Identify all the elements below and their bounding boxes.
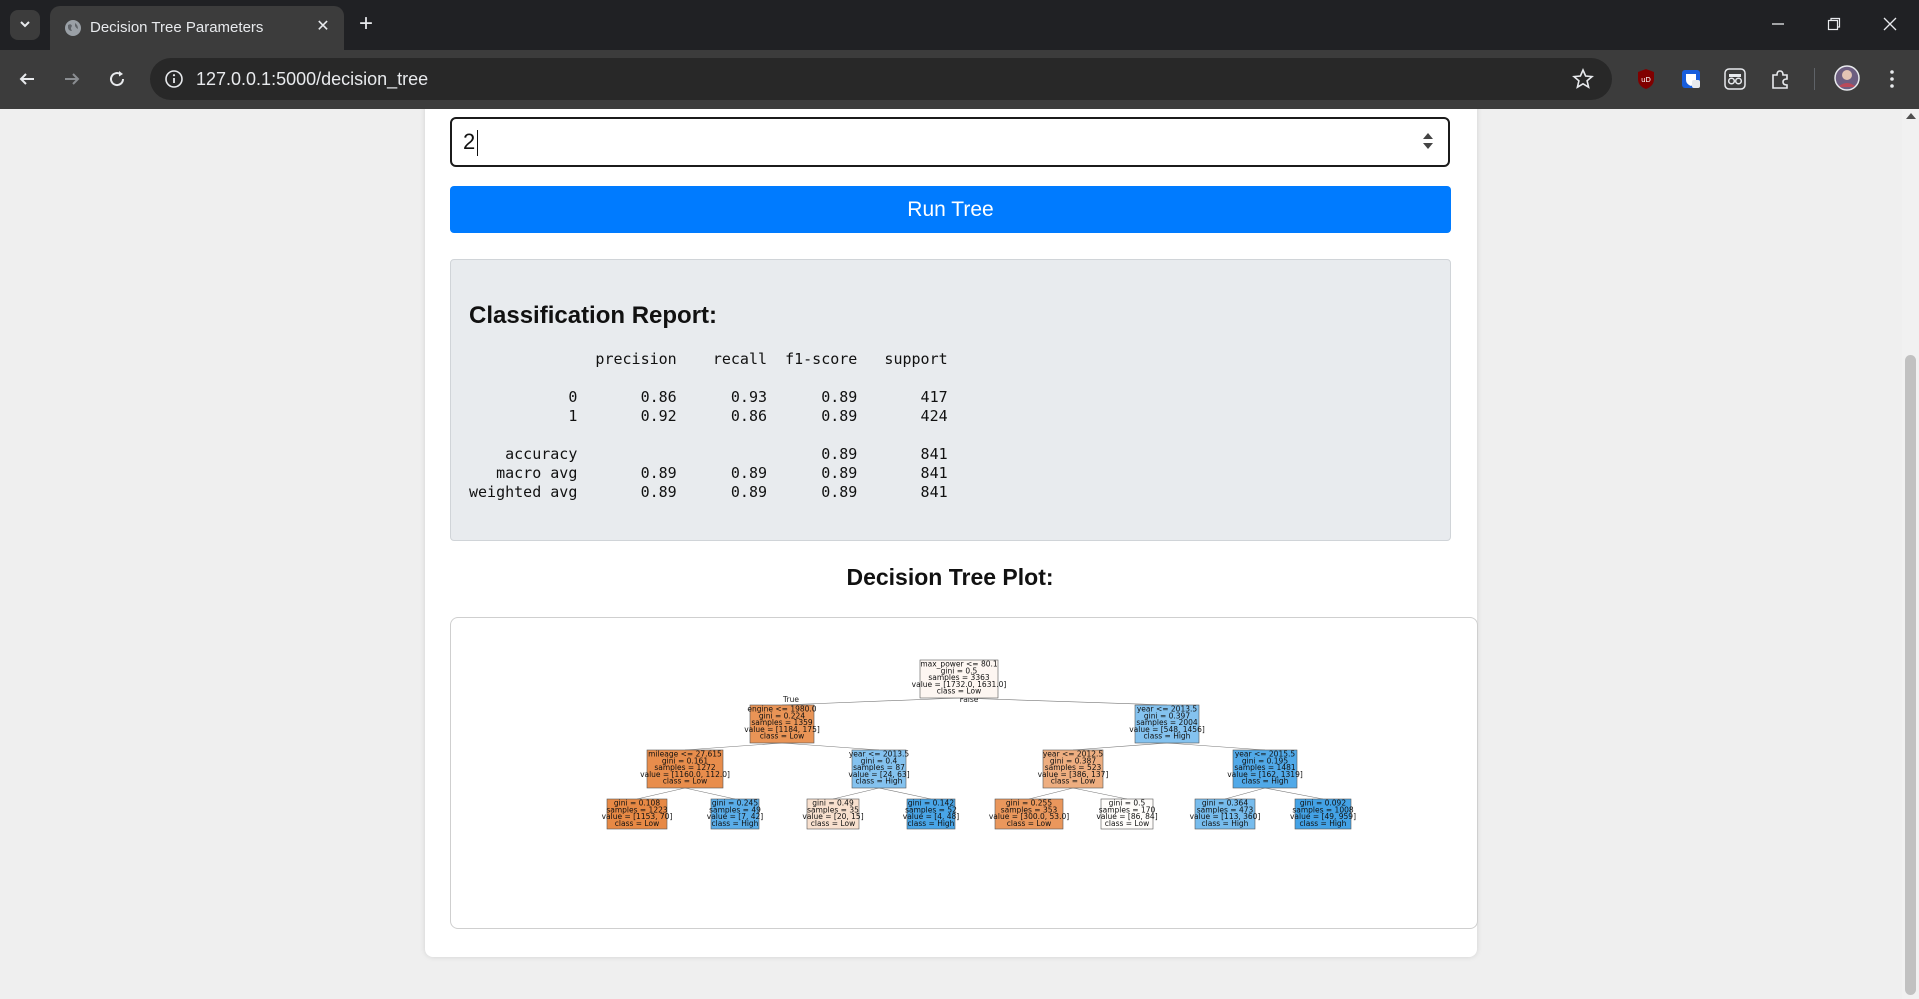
- tree-edge: [1072, 787, 1128, 800]
- tree-node: gini = 0.255samples = 353value = [300.0,…: [989, 799, 1069, 830]
- tree-node-label: class = High: [712, 819, 759, 828]
- tab-search-button[interactable]: [10, 10, 40, 40]
- extensions-puzzle-icon[interactable]: [1768, 67, 1792, 91]
- page-viewport: 2 Run Tree Classification Report: precis…: [0, 109, 1902, 999]
- tree-node-label: class = High: [1300, 819, 1347, 828]
- tree-node-label: class = Low: [1051, 777, 1095, 786]
- tree-node: gini = 0.142samples = 52value = [4, 48]c…: [903, 799, 959, 830]
- tree-edge: [1028, 787, 1074, 800]
- tree-edge: [684, 787, 736, 800]
- url-text: 127.0.0.1:5000/decision_tree: [196, 69, 429, 89]
- max-depth-input[interactable]: 2: [450, 117, 1450, 167]
- tree-node: gini = 0.245samples = 49value = [7, 42]c…: [707, 799, 763, 830]
- tree-edge: [636, 787, 686, 800]
- tree-node: year <= 2015.5gini = 0.195samples = 1481…: [1227, 750, 1303, 789]
- tab-title: Decision Tree Parameters: [90, 19, 264, 36]
- chevron-down-icon: [18, 17, 32, 34]
- max-depth-value: 2: [463, 129, 476, 154]
- tree-node-label: class = High: [908, 819, 955, 828]
- tree-node-label: class = Low: [760, 732, 804, 741]
- ublock-label: uD: [1641, 76, 1651, 84]
- new-tab-button[interactable]: +: [352, 10, 380, 38]
- tree-node: mileage <= 27.615gini = 0.161samples = 1…: [640, 750, 730, 789]
- tree-node-label: class = Low: [1007, 819, 1051, 828]
- tree-node-label: class = Low: [937, 687, 981, 696]
- spin-down-icon[interactable]: [1423, 143, 1433, 149]
- back-arrow-icon[interactable]: [12, 64, 42, 94]
- profile-avatar[interactable]: [1834, 65, 1860, 91]
- tree-node: year <= 2012.5gini = 0.387samples = 523v…: [1038, 750, 1108, 789]
- scroll-thumb[interactable]: [1905, 355, 1916, 995]
- restore-icon[interactable]: [1814, 8, 1854, 40]
- tree-node: gini = 0.364samples = 473value = [113, 3…: [1190, 799, 1260, 830]
- tree-edge: [1264, 787, 1324, 800]
- report-text: precision recall f1-score support 0 0.86…: [469, 350, 948, 501]
- decision-tree-svg: True Falsemax_power <= 80.1gini = 0.5samp…: [602, 660, 1356, 830]
- tree-node: engine <= 1980.0gini = 0.224samples = 13…: [744, 705, 820, 744]
- tree-edge: [958, 697, 1168, 706]
- reload-icon[interactable]: [102, 64, 132, 94]
- tree-node-label: class = High: [1144, 732, 1191, 741]
- bitwarden-extension-icon[interactable]: [1679, 67, 1703, 91]
- tree-node-label: class = Low: [811, 819, 855, 828]
- globe-icon: [64, 19, 82, 37]
- close-window-icon[interactable]: [1870, 8, 1910, 40]
- tree-edge: [1224, 787, 1266, 800]
- classification-report-panel: Classification Report: precision recall …: [450, 259, 1451, 541]
- edge-label-true: True: [782, 695, 799, 704]
- tree-node: gini = 0.5samples = 170value = [86, 84]c…: [1096, 799, 1158, 830]
- tree-node: gini = 0.108samples = 1223value = [1153,…: [602, 799, 672, 830]
- tree-node: year <= 2013.5gini = 0.4samples = 87valu…: [848, 750, 910, 789]
- browser-toolbar: 127.0.0.1:5000/decision_tree uD: [0, 50, 1919, 109]
- run-tree-button[interactable]: Run Tree: [450, 186, 1451, 233]
- tree-node: gini = 0.49samples = 35value = [20, 15]c…: [802, 799, 864, 830]
- tree-node: gini = 0.092samples = 1008value = [49, 9…: [1290, 799, 1356, 830]
- tree-node-label: class = High: [1242, 777, 1289, 786]
- tree-node-label: class = Low: [615, 819, 659, 828]
- address-bar[interactable]: 127.0.0.1:5000/decision_tree: [150, 58, 1612, 100]
- tab-active[interactable]: Decision Tree Parameters ✕: [50, 6, 344, 50]
- spin-up-icon[interactable]: [1423, 133, 1433, 139]
- tree-node: max_power <= 80.1gini = 0.5samples = 336…: [912, 660, 1006, 699]
- plot-heading: Decision Tree Plot:: [846, 564, 1054, 590]
- kebab-menu-icon[interactable]: [1880, 67, 1904, 91]
- scroll-up-icon[interactable]: [1906, 113, 1916, 119]
- tab-strip: Decision Tree Parameters ✕ +: [0, 0, 1919, 50]
- tree-edge: [832, 787, 880, 800]
- tree-edge: [878, 787, 932, 800]
- incognito-extension-icon[interactable]: [1723, 67, 1747, 91]
- tree-node: year <= 2013.5gini = 0.397samples = 2004…: [1129, 705, 1205, 744]
- toolbar-divider: [1814, 68, 1815, 90]
- info-icon[interactable]: [164, 69, 184, 89]
- tree-node-label: class = High: [856, 777, 903, 786]
- tree-node-label: class = Low: [1105, 819, 1149, 828]
- number-spinner[interactable]: [1422, 133, 1434, 153]
- minimize-icon[interactable]: [1758, 8, 1798, 40]
- ublock-extension-icon[interactable]: uD: [1634, 67, 1658, 91]
- bookmark-star-icon[interactable]: [1572, 67, 1594, 90]
- vertical-scrollbar[interactable]: [1902, 109, 1919, 999]
- decision-tree-plot: True False max_power <= 80.1 gini = 0.5 samp…: [450, 617, 1478, 929]
- close-tab-icon[interactable]: ✕: [312, 16, 334, 38]
- forward-arrow-icon[interactable]: [57, 64, 87, 94]
- report-title: Classification Report:: [469, 302, 718, 329]
- text-caret: [477, 130, 478, 156]
- tree-node-label: class = High: [1202, 819, 1249, 828]
- tree-node-label: class = Low: [663, 777, 707, 786]
